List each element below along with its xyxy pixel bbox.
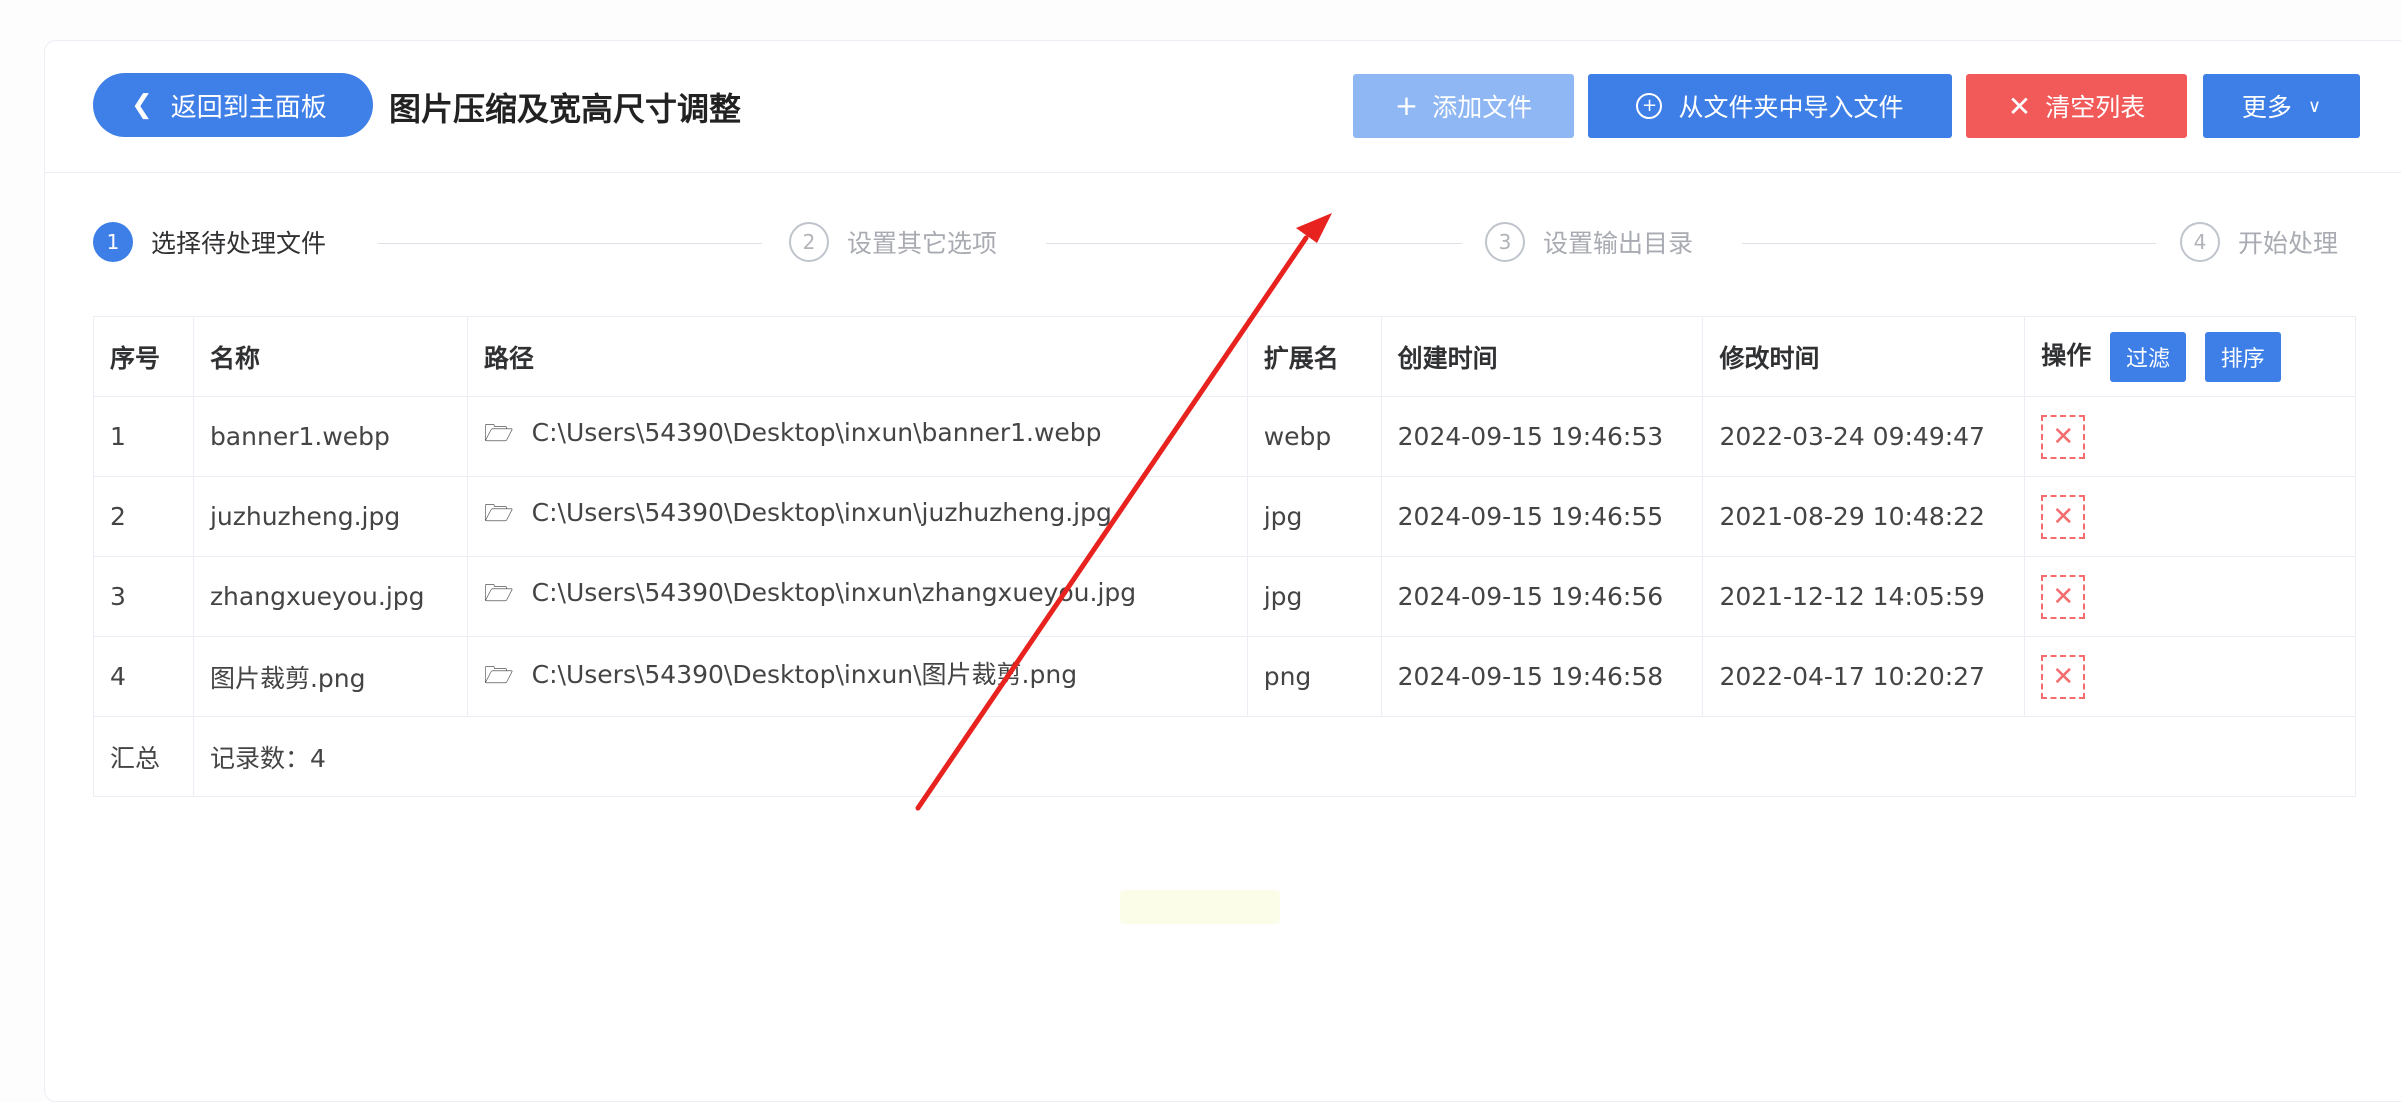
delete-row-button[interactable]: ✕	[2041, 414, 2086, 459]
cell-ext: webp	[1246, 396, 1382, 477]
table-row[interactable]: 3 zhangxueyou.jpg 🗁 C:\Users\54390\Deskto…	[93, 556, 2356, 637]
table-header-row: 序号 名称 路径 扩展名 创建时间 修改时间 操作 过滤 排序	[93, 316, 2356, 397]
cell-index: 1	[93, 396, 194, 477]
step-label: 设置输出目录	[1543, 229, 1694, 258]
header-action: 操作 过滤 排序	[2024, 316, 2356, 397]
more-dropdown-button[interactable]: 更多 ∨	[2203, 74, 2360, 138]
table-row[interactable]: 1 banner1.webp 🗁 C:\Users\54390\Desktop\i…	[93, 396, 2356, 477]
cell-path-text: C:\Users\54390\Desktop\inxun\图片裁剪.png	[531, 659, 1078, 689]
summary-row: 汇总 记录数：4	[93, 716, 2357, 797]
cell-action: ✕	[2024, 396, 2356, 477]
more-label: 更多	[2241, 93, 2292, 122]
file-table: 序号 名称 路径 扩展名 创建时间 修改时间 操作 过滤 排序 1 banner…	[93, 316, 2357, 797]
header-ext: 扩展名	[1246, 316, 1382, 397]
header-modified: 修改时间	[1702, 316, 2026, 397]
close-icon: ✕	[2007, 89, 2032, 123]
circle-plus-icon: +	[1636, 93, 1663, 119]
header-path: 路径	[466, 316, 1248, 397]
page-title: 图片压缩及宽高尺寸调整	[389, 90, 742, 128]
delete-row-button[interactable]: ✕	[2041, 654, 2086, 699]
cell-path: 🗁 C:\Users\54390\Desktop\inxun\banner1.we…	[466, 396, 1248, 477]
cell-action: ✕	[2024, 476, 2356, 557]
faint-overlay-text	[1120, 890, 1280, 924]
delete-row-button[interactable]: ✕	[2041, 494, 2086, 539]
cell-path: 🗁 C:\Users\54390\Desktop\inxun\juzhuzheng…	[466, 476, 1248, 557]
cell-ext: png	[1246, 636, 1382, 717]
header-action-label: 操作	[2041, 340, 2092, 370]
table-row[interactable]: 2 juzhuzheng.jpg 🗁 C:\Users\54390\Desktop…	[93, 476, 2356, 557]
step-label: 开始处理	[2238, 229, 2339, 258]
cell-index: 2	[93, 476, 194, 557]
cell-created: 2024-09-15 19:46:55	[1380, 476, 1704, 557]
cell-created: 2024-09-15 19:46:53	[1380, 396, 1704, 477]
cell-ext: jpg	[1246, 476, 1382, 557]
add-file-button[interactable]: + 添加文件	[1353, 74, 1574, 138]
cell-ext: jpg	[1246, 556, 1382, 637]
cell-action: ✕	[2024, 556, 2356, 637]
cell-name: zhangxueyou.jpg	[192, 556, 468, 637]
delete-x-icon: ✕	[2052, 661, 2075, 692]
clear-list-label: 清空列表	[2045, 93, 2146, 122]
sort-button[interactable]: 排序	[2204, 331, 2281, 382]
filter-button[interactable]: 过滤	[2109, 331, 2186, 382]
step-label: 设置其它选项	[847, 229, 998, 258]
folder-open-icon: 🗁	[483, 660, 514, 689]
step-connector	[1742, 243, 2156, 244]
cell-modified: 2022-04-17 10:20:27	[1702, 636, 2026, 717]
step-connector	[378, 243, 762, 244]
folder-open-icon: 🗁	[483, 579, 514, 607]
back-to-dashboard-button[interactable]: ❮ 返回到主面板	[93, 73, 373, 137]
step-number: 1	[93, 222, 133, 262]
step-number: 3	[1485, 222, 1525, 262]
table-row[interactable]: 4 图片裁剪.png 🗁 C:\Users\54390\Desktop\inxun…	[93, 636, 2356, 717]
cell-path-text: C:\Users\54390\Desktop\inxun\banner1.web…	[531, 418, 1102, 447]
delete-row-button[interactable]: ✕	[2041, 574, 2086, 619]
cell-path-text: C:\Users\54390\Desktop\inxun\juzhuzheng.…	[531, 498, 1112, 527]
step-number: 4	[2180, 222, 2220, 262]
back-button-label: 返回到主面板	[170, 92, 327, 123]
cell-name: banner1.webp	[192, 396, 468, 477]
cell-created: 2024-09-15 19:46:56	[1380, 556, 1704, 637]
import-folder-label: 从文件夹中导入文件	[1678, 93, 1904, 122]
header-created: 创建时间	[1380, 316, 1704, 397]
step-number: 2	[789, 222, 829, 262]
delete-x-icon: ✕	[2052, 501, 2075, 532]
cell-modified: 2021-12-12 14:05:59	[1702, 556, 2026, 637]
cell-path: 🗁 C:\Users\54390\Desktop\inxun\zhangxueyo…	[466, 556, 1248, 637]
delete-x-icon: ✕	[2052, 581, 2075, 612]
delete-x-icon: ✕	[2052, 421, 2075, 452]
cell-path-text: C:\Users\54390\Desktop\inxun\zhangxueyou…	[531, 578, 1137, 607]
step-connector	[1046, 243, 1462, 244]
folder-open-icon: 🗁	[483, 419, 514, 447]
header-index: 序号	[93, 316, 194, 397]
step-select-files[interactable]: 1 选择待处理文件	[93, 222, 326, 262]
header-name: 名称	[192, 316, 468, 397]
step-other-options[interactable]: 2 设置其它选项	[789, 222, 997, 262]
toolbar-header: ❮ 返回到主面板 图片压缩及宽高尺寸调整 + 添加文件 + 从文件夹中导入文件 …	[44, 40, 2401, 173]
folder-open-icon: 🗁	[483, 499, 514, 527]
clear-list-button[interactable]: ✕ 清空列表	[1966, 74, 2187, 138]
cell-modified: 2022-03-24 09:49:47	[1702, 396, 2026, 477]
add-file-label: 添加文件	[1432, 93, 1533, 122]
step-label: 选择待处理文件	[151, 229, 327, 258]
cell-modified: 2021-08-29 10:48:22	[1702, 476, 2026, 557]
summary-label: 汇总	[93, 716, 194, 797]
step-start-processing[interactable]: 4 开始处理	[2180, 222, 2338, 262]
cell-path: 🗁 C:\Users\54390\Desktop\inxun\图片裁剪.png	[466, 636, 1248, 717]
summary-record-count: 记录数：4	[192, 716, 2357, 797]
cell-name: juzhuzheng.jpg	[192, 476, 468, 557]
cell-name: 图片裁剪.png	[192, 636, 468, 717]
cell-action: ✕	[2024, 636, 2356, 717]
plus-icon: +	[1394, 89, 1419, 122]
cell-created: 2024-09-15 19:46:58	[1380, 636, 1704, 717]
chevron-down-icon: ∨	[2307, 95, 2322, 117]
cell-index: 4	[93, 636, 194, 717]
step-output-directory[interactable]: 3 设置输出目录	[1485, 222, 1693, 262]
cell-index: 3	[93, 556, 194, 637]
import-from-folder-button[interactable]: + 从文件夹中导入文件	[1588, 74, 1952, 138]
chevron-left-icon: ❮	[131, 90, 153, 120]
